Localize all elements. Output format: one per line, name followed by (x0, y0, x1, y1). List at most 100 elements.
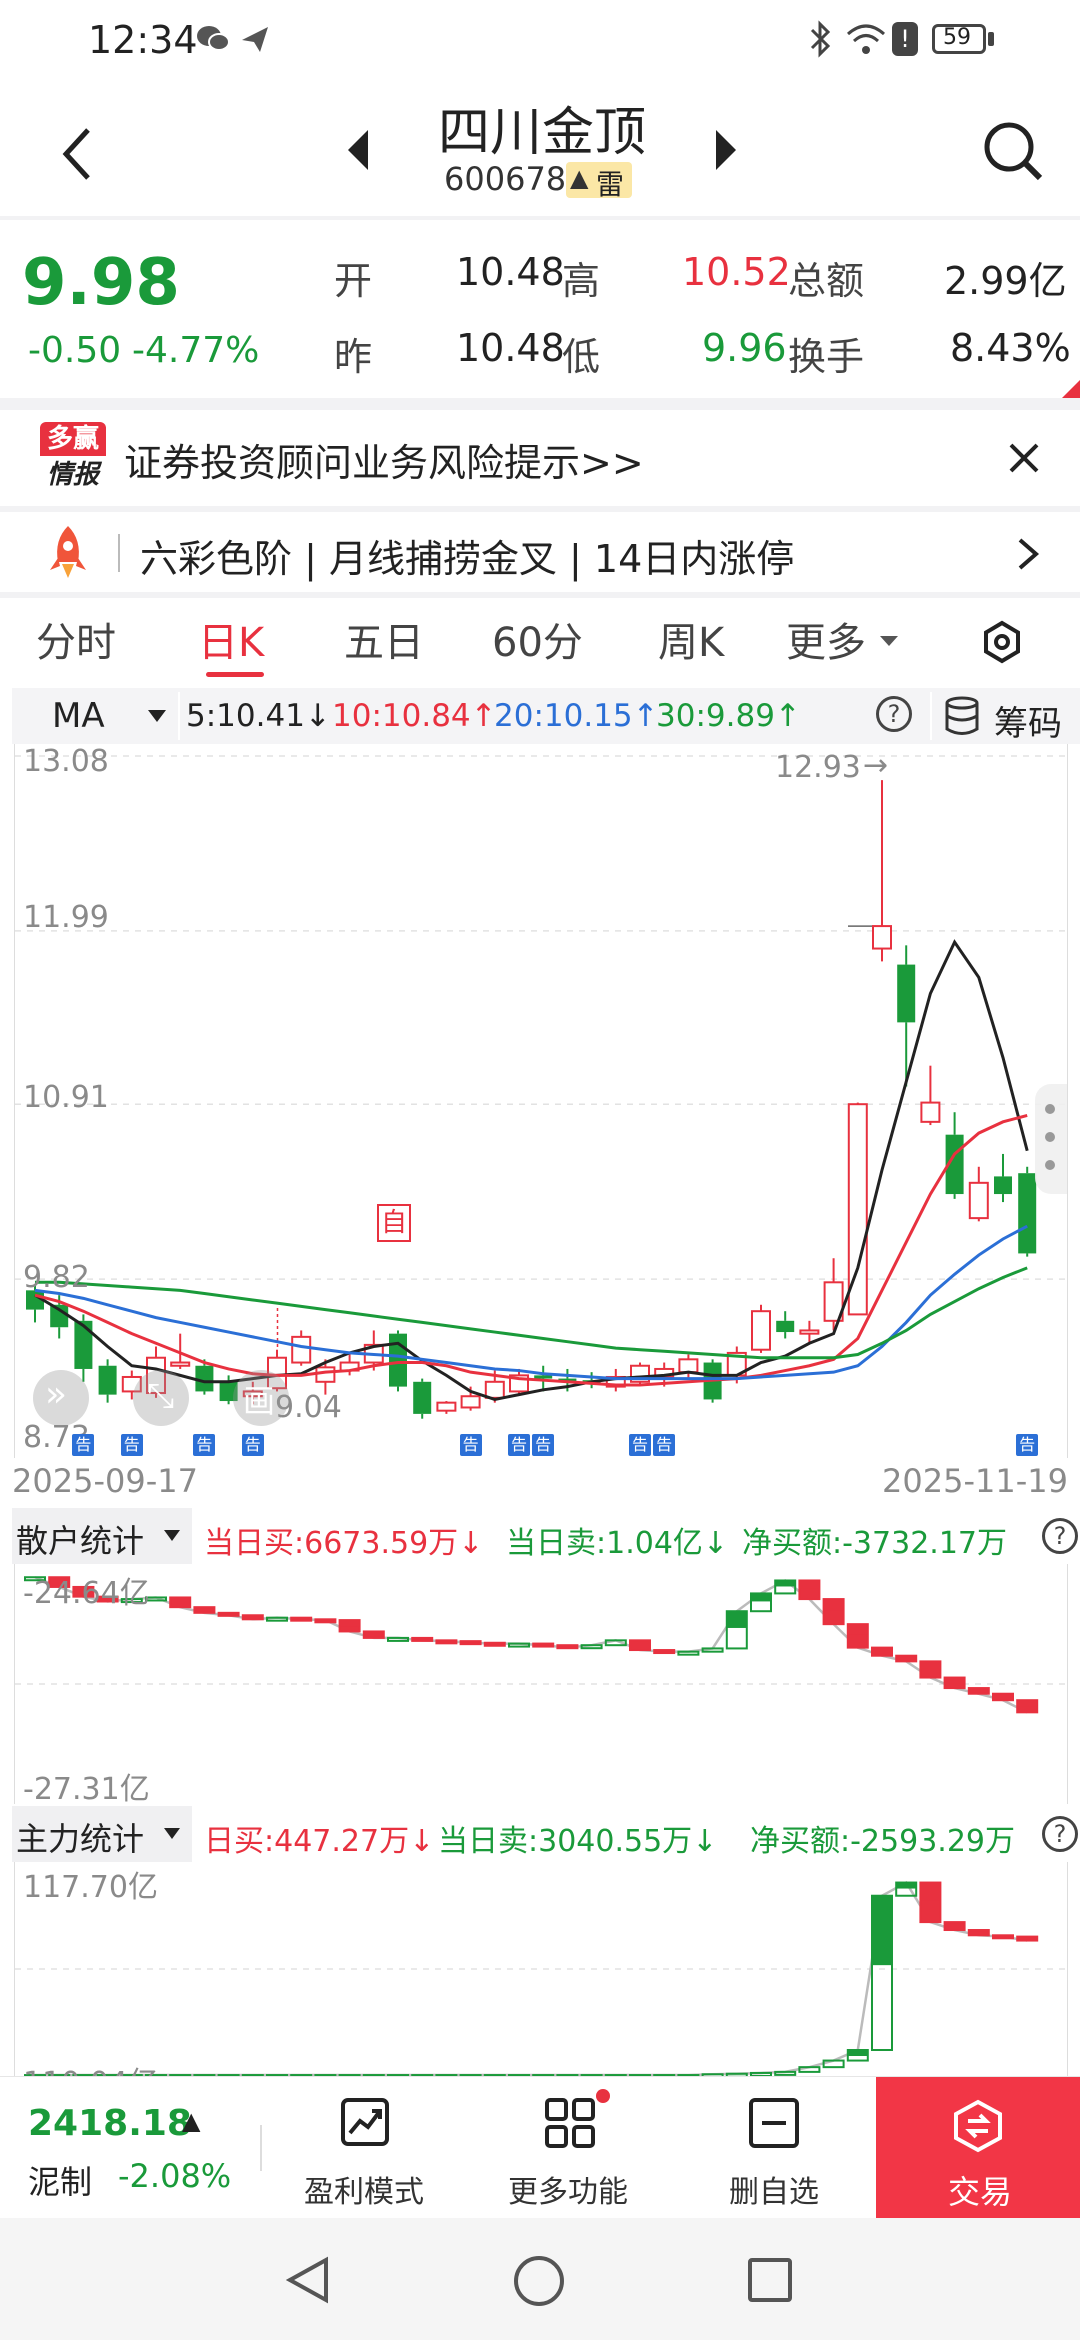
ma-selector[interactable]: MA (52, 696, 105, 736)
expand-icon: ⤡ (147, 1376, 175, 1416)
tab-more[interactable]: 更多 (786, 610, 866, 668)
tab-60min[interactable]: 60分 (492, 610, 583, 668)
notice-marker[interactable]: 告 (72, 1434, 95, 1456)
more-options-icon[interactable] (1035, 1084, 1067, 1194)
home-nav-icon[interactable] (514, 2256, 564, 2306)
main-svg (15, 1880, 1067, 2076)
notice-marker[interactable]: 告 (193, 1434, 216, 1456)
risk-badge[interactable]: ▲ 雷 (566, 162, 632, 201)
main-force-selector-label: 主力统计 (16, 1820, 145, 1858)
alert-icon: ! (892, 22, 918, 56)
flow-bar-fill (896, 1882, 917, 1889)
flow-bar (290, 1616, 313, 1622)
status-bar: 12:34 ! 59 (0, 0, 1080, 84)
profit-mode-button[interactable]: 盈利模式 (284, 2077, 444, 2219)
separator (0, 398, 1080, 410)
retail-selector[interactable]: 散户统计 (12, 1508, 192, 1564)
index-ticker[interactable]: 2418.18 ▲ 泥制 -2.08% (0, 2077, 250, 2219)
trade-icon (952, 2099, 1004, 2153)
system-navigation-bar (0, 2218, 1080, 2340)
expand-panel-button[interactable]: » (33, 1370, 89, 1426)
next-stock-icon[interactable] (712, 128, 740, 172)
notice-marker[interactable]: 告 (459, 1434, 482, 1456)
low-label: 低 (562, 335, 601, 379)
remove-watchlist-label: 删自选 (729, 2175, 819, 2210)
ma20-value: 20:10.15↑ (494, 698, 659, 734)
flow-bar (362, 1630, 385, 1639)
index-name: 泥制 (28, 2163, 93, 2201)
flow-bar (459, 1640, 482, 1646)
amount-label: 总额 (788, 259, 865, 303)
tab-daily-k[interactable]: 日K (198, 610, 264, 668)
battery-level: 59 (943, 25, 971, 50)
tab-five-day[interactable]: 五日 (344, 610, 424, 668)
flow-bar (967, 1687, 990, 1695)
divider (118, 534, 120, 572)
main-force-buy: 日买:447.27万↓ (204, 1824, 435, 1859)
notice-marker[interactable]: 告 (241, 1434, 264, 1456)
logo-top: 多赢 (40, 422, 106, 456)
notice-marker[interactable]: 告 (653, 1434, 676, 1456)
chevron-right-icon[interactable] (1016, 536, 1040, 572)
flow-bar (943, 1921, 966, 1932)
flow-bar-fill (339, 1620, 360, 1627)
flow-bar (314, 1618, 337, 1624)
draw-button[interactable]: 画 (233, 1370, 289, 1426)
close-icon[interactable] (1008, 442, 1040, 474)
flow-bar (992, 1692, 1014, 1702)
tab-weekly-k[interactable]: 周K (658, 610, 724, 668)
flow-bar (435, 1639, 458, 1645)
dot (1045, 1104, 1055, 1114)
more-functions-button[interactable]: 更多功能 (488, 2077, 648, 2219)
notice-marker[interactable]: 告 (508, 1434, 530, 1456)
chips-button[interactable]: 筹码 (994, 696, 1062, 745)
back-nav-icon[interactable] (285, 2256, 330, 2304)
trade-button[interactable]: 交易 (876, 2077, 1080, 2219)
recents-nav-icon[interactable] (748, 2258, 792, 2302)
fullscreen-button[interactable]: ⤡ (133, 1370, 189, 1426)
risk-notice-banner[interactable]: 多赢 情报 证券投资顾问业务风险提示>> (0, 410, 1080, 506)
notice-marker[interactable]: 告 (1016, 1434, 1039, 1456)
prev-stock-icon[interactable] (344, 128, 372, 172)
header: 四川金顶 600678 ▲ 雷 (0, 84, 1080, 214)
promo-text: 六彩色阶 | 月线捕捞金叉 | 14日内涨停 (140, 537, 795, 581)
dot (1045, 1160, 1055, 1170)
flow-bar (241, 1614, 264, 1621)
trend-chart-icon (340, 2097, 390, 2147)
help-icon[interactable]: ? (876, 696, 912, 732)
notice-layer: 告告告告告告告告告告 (15, 744, 1067, 1458)
notice-marker[interactable]: 告 (120, 1434, 143, 1456)
notification-dot (596, 2089, 610, 2103)
promo-banner[interactable]: 六彩色阶 | 月线捕捞金叉 | 14日内涨停 (0, 512, 1080, 592)
flow-bar (411, 1636, 434, 1642)
x-end-label: 2025-11-19 (882, 1462, 1068, 1500)
flow-bar-fill (944, 1677, 965, 1684)
settings-icon[interactable] (980, 620, 1024, 664)
help-icon[interactable]: ? (1042, 1816, 1078, 1852)
retail-net-clip: 净买额:-3732.17万 (742, 1508, 1032, 1564)
help-icon[interactable]: ? (1042, 1518, 1078, 1554)
retail-chart[interactable]: -24.64亿 -27.31亿 (14, 1564, 1068, 1807)
flow-bar-fill (775, 1580, 796, 1587)
back-icon[interactable] (58, 124, 98, 184)
remove-watchlist-button[interactable]: 删自选 (694, 2077, 854, 2219)
retail-svg (15, 1576, 1067, 1714)
main-force-chart[interactable]: 117.70亿 110.04亿 (14, 1862, 1068, 2076)
database-icon (944, 696, 980, 736)
flow-bar (169, 1596, 192, 1609)
flow-bar-fill (872, 1895, 892, 1966)
chevron-down-icon[interactable] (148, 710, 166, 722)
flow-bar (822, 2059, 845, 2069)
notice-marker[interactable]: 告 (629, 1434, 651, 1456)
main-force-selector[interactable]: 主力统计 (12, 1806, 192, 1862)
flow-bar (1016, 1935, 1039, 1942)
turnover-label: 换手 (788, 335, 865, 379)
stock-name: 四川金顶 (438, 103, 647, 163)
chevron-down-icon (164, 1828, 180, 1839)
battery-icon: 59 (932, 24, 986, 54)
main-force-sell: 当日卖:3040.55万↓ (438, 1824, 718, 1859)
kline-chart[interactable]: 13.08 11.99 10.91 9.82 8.73 12.93 → 9.04… (14, 744, 1068, 1458)
tab-intraday[interactable]: 分时 (36, 610, 116, 668)
notice-marker[interactable]: 告 (532, 1434, 555, 1456)
search-icon[interactable] (982, 120, 1044, 182)
